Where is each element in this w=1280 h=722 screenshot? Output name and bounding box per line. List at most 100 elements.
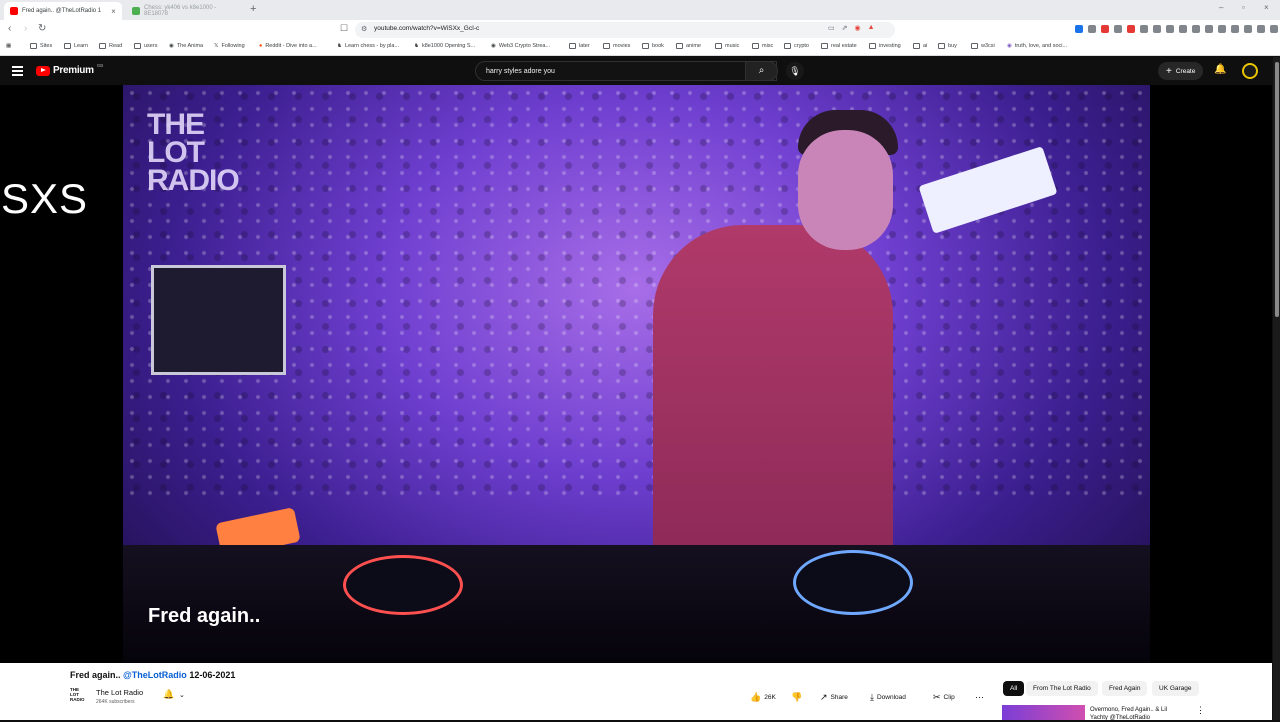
bookmark-folder[interactable]: movies bbox=[603, 43, 630, 49]
close-window-icon[interactable]: × bbox=[1264, 3, 1269, 12]
bookmark-folder[interactable]: Sites bbox=[30, 43, 52, 49]
bookmark-page-icon[interactable]: ☐ bbox=[340, 23, 348, 34]
bookmark-folder[interactable]: book bbox=[642, 43, 664, 49]
extension-icon[interactable] bbox=[1231, 25, 1239, 33]
omnibox[interactable]: ⚙ youtube.com/watch?v=WiSXx_GcI-c bbox=[355, 22, 895, 38]
account-avatar[interactable] bbox=[1242, 63, 1258, 79]
search-icon: ⌕ bbox=[758, 65, 765, 76]
chip-all[interactable]: All bbox=[1003, 681, 1025, 696]
browser-tab-strip: Fred again.. @TheLotRadio 1 × Chess: yk4… bbox=[0, 0, 1280, 20]
bookmark-folder[interactable]: real estate bbox=[821, 43, 857, 49]
maximize-icon[interactable]: ▫ bbox=[1242, 3, 1245, 12]
channel-handle-link[interactable]: @TheLotRadio bbox=[123, 670, 187, 680]
extensions-bar bbox=[1075, 25, 1280, 33]
extension-icon[interactable] bbox=[1244, 25, 1252, 33]
channel-avatar[interactable]: THE LOT RADIO bbox=[70, 687, 88, 705]
chip-uk-garage[interactable]: UK Garage bbox=[1152, 681, 1199, 696]
bookmark-folder[interactable]: misc bbox=[752, 43, 773, 49]
chevron-down-icon[interactable]: ⌄ bbox=[179, 691, 185, 699]
shield-icon[interactable]: ◉ bbox=[855, 24, 861, 32]
extension-icon[interactable] bbox=[1140, 25, 1148, 33]
bookmark-folder[interactable]: crypto bbox=[784, 43, 809, 49]
bookmark-link[interactable]: ● Reddit - Dive into a... bbox=[259, 43, 317, 49]
extension-icon[interactable] bbox=[1101, 25, 1109, 33]
bookmark-link[interactable]: ◉ Web3 Crypto Strea... bbox=[491, 43, 550, 49]
share-button[interactable]: ↗ Share bbox=[820, 688, 848, 706]
video-frame[interactable]: THE LOT RADIO Fred again.. bbox=[123, 85, 1150, 663]
bookmark-folder[interactable]: Read bbox=[99, 43, 122, 49]
chip-from-the-lot-radio[interactable]: From The Lot Radio bbox=[1026, 681, 1098, 696]
folder-icon bbox=[913, 43, 920, 49]
notifications-bell-icon[interactable]: 🔔 bbox=[1214, 64, 1226, 75]
download-icon: ⤓ bbox=[870, 691, 874, 702]
download-button[interactable]: ⤓ Download bbox=[870, 688, 906, 706]
menu-icon[interactable] bbox=[12, 66, 23, 78]
url-text[interactable]: youtube.com/watch?v=WiSXx_GcI-c bbox=[374, 25, 479, 32]
bookmark-folder[interactable]: investing bbox=[869, 43, 901, 49]
chess-favicon-icon bbox=[132, 7, 140, 15]
apps-grid-icon[interactable]: ▦ bbox=[6, 43, 11, 49]
forward-icon[interactable]: › bbox=[24, 23, 27, 34]
browser-tab-youtube[interactable]: Fred again.. @TheLotRadio 1 × bbox=[4, 2, 122, 20]
more-vertical-icon[interactable]: ⋮ bbox=[1196, 705, 1205, 716]
new-tab-button[interactable]: + bbox=[250, 3, 256, 15]
browser-tab-chess[interactable]: Chess: yk406 vs k8e1000 - 8E18078 bbox=[126, 2, 246, 20]
voice-search-button[interactable]: 🎙 bbox=[786, 62, 804, 80]
search-input[interactable]: harry styles adore you bbox=[475, 61, 777, 81]
dislike-button[interactable]: 👎 bbox=[791, 688, 802, 706]
video-player[interactable]: SXS THE LOT RADIO Fred again.. bbox=[0, 85, 1272, 663]
bookmark-folder[interactable]: later bbox=[569, 43, 590, 49]
more-actions-button[interactable]: ⋯ bbox=[975, 688, 984, 706]
computer-monitor bbox=[151, 265, 286, 375]
bookmark-folder[interactable]: users bbox=[134, 43, 157, 49]
bookmark-link[interactable]: ◉ truth, love, and soci... bbox=[1007, 43, 1067, 49]
extension-icon[interactable] bbox=[1179, 25, 1187, 33]
site-info-icon[interactable]: ⚙ bbox=[361, 25, 367, 33]
link-icon: ◉ bbox=[491, 43, 496, 49]
scrollbar-thumb[interactable] bbox=[1275, 62, 1279, 317]
bookmark-link[interactable]: 𝕏 Following bbox=[214, 43, 245, 49]
like-button[interactable]: 👍 26K bbox=[750, 688, 776, 706]
bookmark-folder[interactable]: anime bbox=[676, 43, 701, 49]
bookmark-link[interactable]: ♞ Learn chess - by pla... bbox=[337, 43, 399, 49]
extension-icon[interactable] bbox=[1153, 25, 1161, 33]
minimize-icon[interactable]: – bbox=[1219, 3, 1223, 12]
warning-icon[interactable]: ▲ bbox=[868, 24, 875, 32]
youtube-premium-logo[interactable]: Premium GB bbox=[36, 63, 103, 76]
left-platter bbox=[343, 555, 463, 615]
bookmark-folder[interactable]: ai bbox=[913, 43, 927, 49]
tab-title: Chess: yk406 vs k8e1000 - 8E18078 bbox=[144, 5, 217, 17]
bookmark-folder[interactable]: buy bbox=[938, 43, 957, 49]
extension-icon[interactable] bbox=[1192, 25, 1200, 33]
search-button[interactable]: ⌕ bbox=[745, 61, 778, 81]
bookmark-folder[interactable]: Learn bbox=[64, 43, 88, 49]
bookmark-link[interactable]: ♞ k8e1000 Opening S... bbox=[414, 43, 475, 49]
extension-icon[interactable] bbox=[1218, 25, 1226, 33]
chess-icon: ♞ bbox=[414, 43, 419, 49]
create-button[interactable]: + Create bbox=[1158, 62, 1204, 80]
extension-icon[interactable] bbox=[1127, 25, 1135, 33]
extension-icon[interactable] bbox=[1205, 25, 1213, 33]
close-tab-icon[interactable]: × bbox=[111, 7, 116, 16]
subscription-bell-icon[interactable]: 🔔 bbox=[163, 689, 174, 700]
extension-icon[interactable] bbox=[1075, 25, 1083, 33]
lot-radio-watermark: THE LOT RADIO bbox=[147, 108, 240, 197]
bookmark-folder[interactable]: w3csi bbox=[971, 43, 995, 49]
bookmark-folder[interactable]: music bbox=[715, 43, 739, 49]
reload-icon[interactable]: ↻ bbox=[38, 23, 46, 34]
extension-icon[interactable] bbox=[1166, 25, 1174, 33]
clip-button[interactable]: ✂ Clip bbox=[933, 688, 955, 706]
search-query[interactable]: harry styles adore you bbox=[486, 68, 555, 75]
extension-icon[interactable] bbox=[1257, 25, 1265, 33]
extension-icon[interactable] bbox=[1114, 25, 1122, 33]
extension-icon[interactable] bbox=[1270, 25, 1278, 33]
folder-icon bbox=[784, 43, 791, 49]
extension-icon[interactable] bbox=[1088, 25, 1096, 33]
chip-fred-again[interactable]: Fred Again bbox=[1102, 681, 1148, 696]
recommended-thumbnail[interactable] bbox=[1002, 705, 1085, 720]
channel-name[interactable]: The Lot Radio bbox=[96, 688, 143, 697]
share-page-icon[interactable]: ⇗ bbox=[842, 24, 848, 32]
back-icon[interactable]: ‹ bbox=[8, 23, 11, 34]
bookmark-link[interactable]: ◉ The Anima bbox=[169, 43, 203, 49]
cast-icon[interactable]: ▭ bbox=[828, 24, 835, 32]
